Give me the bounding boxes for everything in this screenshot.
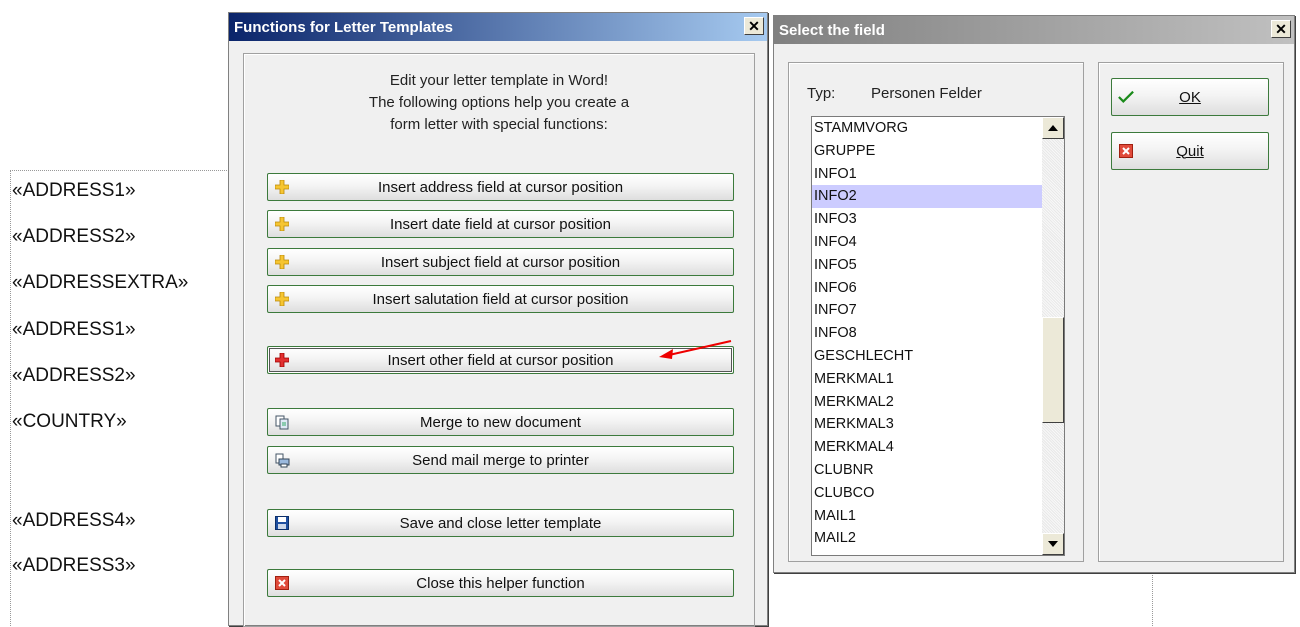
ok-button[interactable]: OK: [1111, 78, 1269, 116]
field-list-item[interactable]: INFO7: [812, 299, 1042, 322]
button-label: Insert date field at cursor position: [390, 215, 611, 233]
merge-field[interactable]: «ADDRESS2»: [12, 365, 136, 387]
scroll-down-button[interactable]: [1042, 533, 1064, 555]
button-label: Merge to new document: [420, 413, 581, 431]
functions-dialog-titlebar[interactable]: Functions for Letter Templates ✕: [229, 13, 767, 41]
insert-salutation-field-button[interactable]: Insert salutation field at cursor positi…: [267, 285, 734, 313]
page-border-right: [1152, 572, 1153, 626]
save-and-close-button[interactable]: Save and close letter template: [267, 509, 734, 537]
merge-field[interactable]: «ADDRESS3»: [12, 555, 136, 577]
field-list-item[interactable]: CLUBCO: [812, 482, 1042, 505]
button-label: Insert address field at cursor position: [377, 178, 624, 196]
typ-value: Personen Felder: [871, 85, 982, 102]
scroll-thumb[interactable]: [1042, 317, 1064, 423]
send-to-printer-button[interactable]: Send mail merge to printer: [267, 446, 734, 474]
field-list-item[interactable]: GESCHLECHT: [812, 345, 1042, 368]
field-list-item[interactable]: MERKMAL3: [812, 413, 1042, 436]
merge-field[interactable]: «ADDRESS4»: [12, 510, 136, 532]
document-icon: [274, 414, 290, 430]
field-list-item[interactable]: INFO4: [812, 231, 1042, 254]
field-listbox[interactable]: STAMMVORG GRUPPE INFO1 INFO2 INFO3 INFO4 INFO5…: [811, 116, 1065, 556]
merge-field[interactable]: «COUNTRY»: [12, 411, 127, 433]
field-list-item[interactable]: MERKMAL2: [812, 391, 1042, 414]
arrow-down-icon: [1048, 541, 1058, 547]
insert-date-field-button[interactable]: Insert date field at cursor position: [267, 210, 734, 238]
listbox-scrollbar[interactable]: [1042, 117, 1064, 555]
plus-icon: [274, 291, 290, 307]
select-field-title: Select the field: [779, 21, 885, 39]
insert-subject-field-button[interactable]: Insert subject field at cursor position: [267, 248, 734, 276]
merge-to-new-document-button[interactable]: Merge to new document: [267, 408, 734, 436]
plus-icon: [274, 254, 290, 270]
close-icon[interactable]: ✕: [744, 17, 764, 35]
button-label: OK: [1179, 88, 1201, 106]
red-x-icon: [274, 575, 290, 591]
field-list-item[interactable]: INFO5: [812, 254, 1042, 277]
field-list-item[interactable]: INFO6: [812, 277, 1042, 300]
insert-other-field-button[interactable]: Insert other field at cursor position: [267, 340, 734, 374]
page-border-left: [10, 170, 11, 626]
field-list-item[interactable]: MERKMAL4: [812, 436, 1042, 459]
select-field-dialog: Select the field ✕ Typ: Personen Felder …: [773, 15, 1295, 573]
close-helper-button[interactable]: Close this helper function: [267, 569, 734, 597]
field-list-item[interactable]: STAMMVORG: [812, 117, 1042, 140]
checkmark-icon: [1118, 89, 1134, 105]
button-label: Close this helper function: [416, 574, 585, 592]
red-arrow-annotation: [659, 340, 732, 359]
red-x-icon: [1118, 143, 1134, 159]
button-label: Quit: [1176, 142, 1204, 160]
button-label: Save and close letter template: [399, 514, 602, 532]
merge-field[interactable]: «ADDRESS1»: [12, 319, 136, 341]
save-disk-icon: [274, 515, 290, 531]
field-list-item[interactable]: MAIL2: [812, 527, 1042, 550]
plus-icon: [274, 179, 290, 195]
functions-dialog: Functions for Letter Templates ✕ Edit yo…: [228, 12, 768, 627]
arrow-up-icon: [1048, 125, 1058, 131]
button-label: Send mail merge to printer: [412, 451, 589, 469]
field-list-groupbox: Typ: Personen Felder STAMMVORG GRUPPE INFO…: [788, 62, 1084, 562]
actions-groupbox: OK Quit: [1098, 62, 1284, 562]
printer-icon: [274, 452, 290, 468]
merge-field[interactable]: «ADDRESS2»: [12, 226, 136, 248]
field-list-item[interactable]: INFO1: [812, 163, 1042, 186]
button-label: Insert subject field at cursor position: [380, 253, 621, 271]
insert-address-field-button[interactable]: Insert address field at cursor position: [267, 173, 734, 201]
field-list-item[interactable]: CLUBNR: [812, 459, 1042, 482]
select-field-titlebar[interactable]: Select the field ✕: [774, 16, 1294, 44]
functions-dialog-title: Functions for Letter Templates: [234, 18, 453, 36]
merge-field[interactable]: «ADDRESSEXTRA»: [12, 272, 188, 294]
field-list-item[interactable]: MERKMAL1: [812, 368, 1042, 391]
merge-field[interactable]: «ADDRESS1»: [12, 180, 136, 202]
page-border-top: [10, 170, 235, 171]
field-list-item[interactable]: MAIL1: [812, 505, 1042, 528]
typ-label: Typ:: [807, 85, 836, 102]
field-list-items: STAMMVORG GRUPPE INFO1 INFO2 INFO3 INFO4 INFO5…: [812, 117, 1042, 550]
close-icon[interactable]: ✕: [1271, 20, 1291, 38]
red-plus-icon: [274, 352, 290, 368]
button-label: Insert salutation field at cursor positi…: [372, 290, 629, 308]
field-list-item[interactable]: INFO3: [812, 208, 1042, 231]
button-label: Insert other field at cursor position: [387, 351, 614, 369]
intro-line-2: The following options help you create a: [368, 94, 630, 111]
intro-line-1: Edit your letter template in Word!: [389, 72, 609, 89]
field-list-item[interactable]: INFO8: [812, 322, 1042, 345]
quit-button[interactable]: Quit: [1111, 132, 1269, 170]
scroll-up-button[interactable]: [1042, 117, 1064, 139]
field-list-item[interactable]: GRUPPE: [812, 140, 1042, 163]
plus-icon: [274, 216, 290, 232]
field-list-item[interactable]: INFO2: [812, 185, 1042, 209]
intro-line-3: form letter with special functions:: [390, 116, 608, 133]
functions-groupbox: Edit your letter template in Word! The f…: [243, 53, 755, 627]
